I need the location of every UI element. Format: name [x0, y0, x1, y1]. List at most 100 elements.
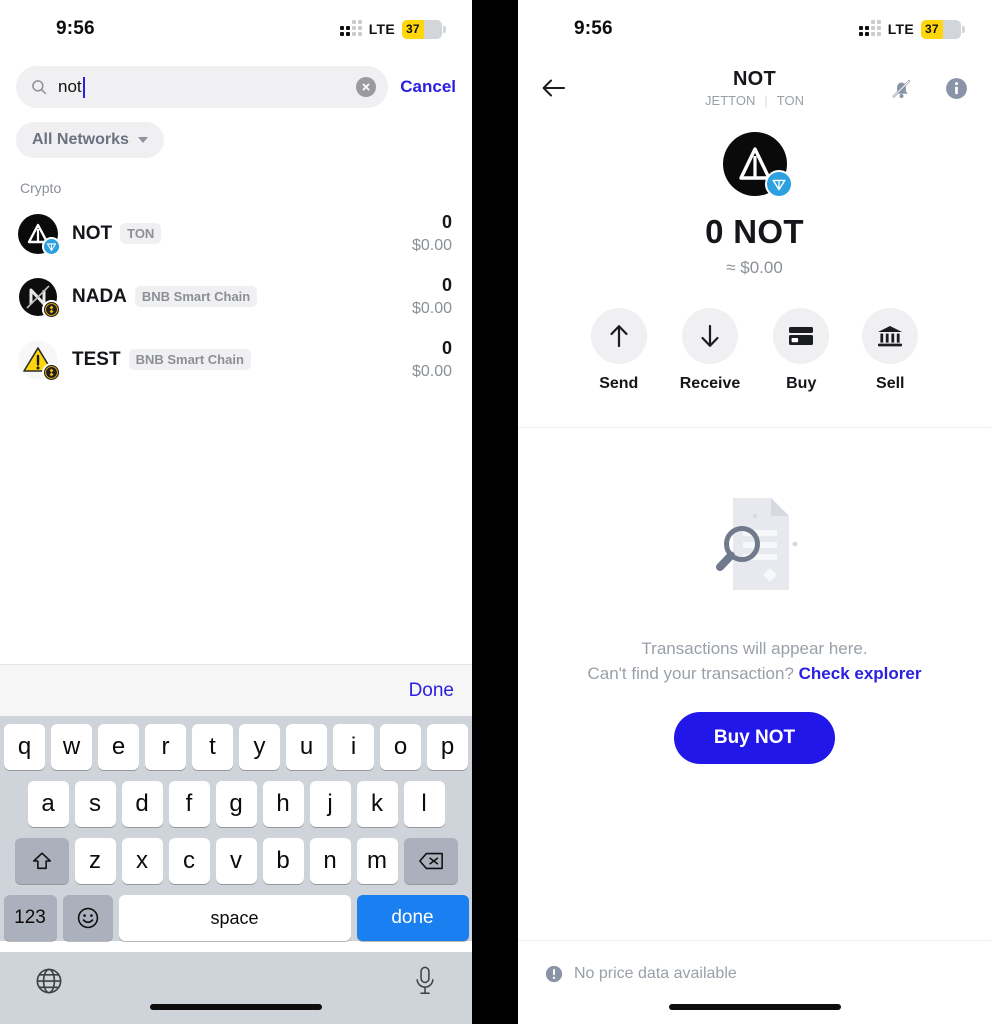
sell-label: Sell	[876, 375, 905, 392]
key-l[interactable]: l	[403, 781, 445, 827]
empty-state-line-2: Can't find your transaction? Check explo…	[518, 664, 991, 684]
search-value: not	[58, 77, 82, 96]
key-z[interactable]: z	[74, 838, 116, 884]
microphone-icon[interactable]	[412, 966, 438, 996]
key-p[interactable]: p	[427, 724, 468, 770]
status-bar-left: 9:56 LTE 37	[0, 0, 472, 58]
cancel-button[interactable]: Cancel	[400, 77, 456, 97]
key-i[interactable]: i	[333, 724, 374, 770]
close-icon	[362, 83, 370, 91]
key-c[interactable]: c	[168, 838, 210, 884]
key-y[interactable]: y	[239, 724, 280, 770]
status-indicators: LTE 37	[339, 19, 446, 39]
emoji-key[interactable]	[62, 895, 113, 941]
token-list-item-nada[interactable]: NADA BNB Smart Chain 0 $0.00	[0, 265, 472, 328]
token-list-item-not[interactable]: NOT TON 0 $0.00	[0, 202, 472, 265]
right-phone-screen: 9:56 LTE 37 NOT JETTON | TON 0 NOT ≈ $0.…	[518, 0, 991, 1024]
bell-off-icon[interactable]	[889, 76, 914, 101]
buy-button[interactable]: Buy	[773, 308, 830, 393]
globe-icon[interactable]	[34, 966, 64, 996]
key-o[interactable]: o	[380, 724, 421, 770]
sell-button[interactable]: Sell	[862, 308, 919, 393]
network-type-label: LTE	[887, 21, 914, 37]
signal-strength-icon	[858, 20, 881, 36]
token-network-badge: TON	[120, 223, 162, 244]
status-time: 9:56	[574, 18, 613, 39]
receive-button[interactable]: Receive	[680, 308, 740, 393]
search-bar-row: not Cancel	[0, 58, 472, 108]
battery-icon: 37	[921, 19, 965, 39]
back-arrow-icon[interactable]	[540, 74, 568, 102]
search-value-wrapper: not	[58, 76, 346, 98]
search-input[interactable]: not	[16, 66, 389, 108]
keyboard-bottom-bar	[0, 952, 472, 1024]
token-network-badge: BNB Smart Chain	[134, 286, 258, 307]
notcoin-icon	[18, 213, 61, 256]
key-u[interactable]: u	[286, 724, 327, 770]
token-amount: 0	[441, 212, 452, 232]
return-key[interactable]: done	[356, 895, 469, 941]
network-type-label: LTE	[368, 21, 395, 37]
home-indicator	[668, 1004, 841, 1010]
send-button[interactable]: Send	[590, 308, 647, 393]
token-hero: 0 NOT ≈ $0.00	[518, 118, 991, 278]
ton-logo	[46, 242, 57, 251]
token-identity: NOT TON	[72, 223, 412, 245]
action-buttons: Send Receive Buy Sell	[518, 308, 991, 393]
info-circle-icon[interactable]	[944, 76, 969, 101]
token-fiat-balance: ≈ $0.00	[726, 258, 783, 277]
battery-level: 37	[925, 22, 939, 36]
key-q[interactable]: q	[4, 724, 45, 770]
key-h[interactable]: h	[262, 781, 304, 827]
arrow-down-icon	[701, 324, 719, 347]
key-t[interactable]: t	[192, 724, 233, 770]
key-g[interactable]: g	[215, 781, 257, 827]
network-filter-label: All Networks	[32, 131, 129, 148]
key-f[interactable]: f	[168, 781, 210, 827]
key-w[interactable]: w	[51, 724, 92, 770]
shift-key[interactable]	[14, 838, 69, 884]
buy-token-button[interactable]: Buy NOT	[673, 712, 836, 764]
key-d[interactable]: d	[121, 781, 163, 827]
emoji-icon	[77, 907, 98, 929]
empty-state-line-1: Transactions will appear here.	[641, 639, 868, 658]
keyboard-row-4: 123 space done	[3, 895, 469, 941]
check-explorer-link[interactable]: Check explorer	[799, 664, 922, 683]
token-list-item-test[interactable]: TEST BNB Smart Chain 0 $0.00	[0, 328, 472, 391]
key-n[interactable]: n	[309, 838, 351, 884]
sell-icon-circle	[862, 308, 919, 364]
clear-circle-icon[interactable]	[356, 77, 377, 97]
buy-label: Buy	[786, 375, 817, 392]
key-x[interactable]: x	[121, 838, 163, 884]
signal-strength-icon	[339, 20, 362, 36]
receive-icon-circle	[682, 308, 738, 364]
key-m[interactable]: m	[356, 838, 398, 884]
subtitle-divider: |	[764, 93, 768, 108]
status-indicators: LTE 37	[858, 19, 965, 39]
space-key[interactable]: space	[118, 895, 351, 941]
keyboard-done-button[interactable]: Done	[409, 680, 454, 702]
token-amount: 0	[441, 275, 452, 295]
battery-icon: 37	[402, 19, 446, 39]
price-data-footer: No price data available	[518, 940, 991, 1024]
chevron-down-icon	[137, 137, 148, 143]
key-b[interactable]: b	[262, 838, 304, 884]
home-indicator	[150, 1004, 322, 1010]
screen-separator	[472, 0, 518, 1024]
token-amount: 0	[441, 338, 452, 358]
key-v[interactable]: v	[215, 838, 257, 884]
token-standard-label: JETTON	[705, 93, 756, 108]
backspace-key[interactable]	[403, 838, 458, 884]
key-j[interactable]: j	[309, 781, 351, 827]
key-r[interactable]: r	[145, 724, 186, 770]
document-search-icon	[715, 498, 797, 590]
key-s[interactable]: s	[74, 781, 116, 827]
key-a[interactable]: a	[27, 781, 69, 827]
text-caret	[82, 76, 85, 98]
dual-screenshot-container: 9:56 LTE 37 not Cancel All Networks Cryp…	[0, 0, 991, 1024]
key-k[interactable]: k	[356, 781, 398, 827]
key-e[interactable]: e	[98, 724, 139, 770]
notcoin-icon	[722, 132, 793, 198]
network-filter-dropdown[interactable]: All Networks	[16, 122, 164, 158]
numbers-key[interactable]: 123	[3, 895, 57, 941]
